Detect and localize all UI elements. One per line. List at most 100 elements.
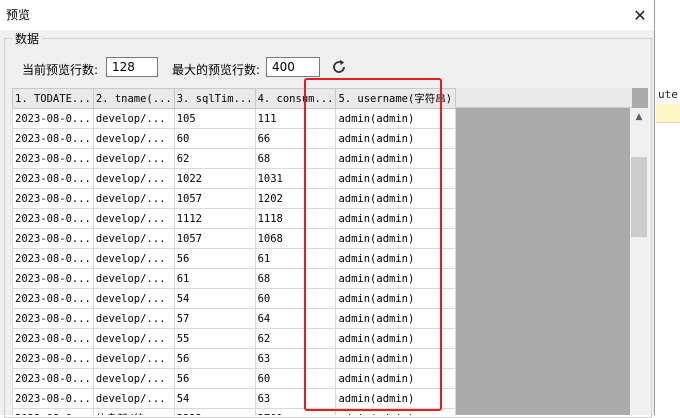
scroll-thumb[interactable] xyxy=(631,157,647,237)
table-cell[interactable]: admin(admin) xyxy=(335,388,457,409)
table-cell[interactable]: develop/... xyxy=(92,168,175,189)
table-cell[interactable]: develop/... xyxy=(92,128,175,149)
table-cell[interactable]: develop/... xyxy=(92,388,175,409)
table-cell[interactable]: 2023-08-0... xyxy=(12,148,94,169)
table-cell[interactable]: admin(admin) xyxy=(335,228,457,249)
table-cell[interactable]: admin(admin) xyxy=(335,328,457,349)
table-row[interactable]: 2023-08-0... develop/... 56 63 admin(admin) xyxy=(12,348,457,369)
table-row[interactable]: 2023-08-0... develop/... 60 66 admin(admin) xyxy=(12,128,457,149)
table-cell[interactable]: 60 xyxy=(173,128,256,149)
table-row[interactable]: 2023-08-0... develop/... 1057 1202 admin(adm… xyxy=(12,188,457,209)
table-cell[interactable]: 2023-08-0... xyxy=(12,288,94,309)
table-cell[interactable]: admin(admin) xyxy=(335,368,457,389)
table-cell[interactable]: 3701 xyxy=(254,408,337,415)
table-cell[interactable]: admin(admin) xyxy=(335,108,457,129)
table-cell[interactable]: 2023-08-0... xyxy=(12,348,94,369)
table-row[interactable]: 2023-08-0... develop/... 61 68 admin(admin) xyxy=(12,268,457,289)
table-cell[interactable]: 1057 xyxy=(173,188,256,209)
table-cell[interactable]: 64 xyxy=(254,308,337,329)
table-cell[interactable]: 2023-08-0... xyxy=(12,328,94,349)
table-row[interactable]: 2023-08-0... develop/... 57 64 admin(admin) xyxy=(12,308,457,329)
chevron-up-icon[interactable]: ▲ xyxy=(630,108,648,126)
table-cell[interactable]: 1022 xyxy=(173,168,256,189)
table-cell[interactable]: admin(admin) xyxy=(335,128,457,149)
table-cell[interactable]: 54 xyxy=(173,288,256,309)
table-cell[interactable]: 3322 xyxy=(173,408,256,415)
table-cell[interactable]: develop/... xyxy=(92,208,175,229)
table-cell[interactable]: 2023-08-0... xyxy=(12,208,94,229)
table-row[interactable]: 2023-08-0... develop/... 54 63 admin(admin) xyxy=(12,388,457,409)
table-cell[interactable]: 2023-08-0... xyxy=(12,248,94,269)
table-cell[interactable]: 2023-08-0... xyxy=(12,368,94,389)
table-cell[interactable]: develop/... xyxy=(92,268,175,289)
column-header-tname[interactable]: 2. tname(... xyxy=(92,88,175,109)
max-rows-field[interactable]: 400 xyxy=(266,57,320,77)
table-cell[interactable]: develop/... xyxy=(92,248,175,269)
table-cell[interactable]: 55 xyxy=(173,328,256,349)
table-row[interactable]: 2023-08-0... develop/... 54 60 admin(admin) xyxy=(12,288,457,309)
table-cell[interactable]: 56 xyxy=(173,348,256,369)
table-cell[interactable]: 62 xyxy=(173,148,256,169)
column-header-todate[interactable]: 1. TODATE... xyxy=(12,88,94,109)
table-cell[interactable]: 105 xyxy=(173,108,256,129)
table-cell[interactable]: 2023-08-0... xyxy=(12,388,94,409)
table-cell[interactable]: 1202 xyxy=(254,188,337,209)
table-cell[interactable]: admin(admin) xyxy=(335,408,457,415)
table-cell[interactable]: 54 xyxy=(173,388,256,409)
vertical-scrollbar[interactable]: ▲ xyxy=(630,108,648,415)
table-cell[interactable]: develop/... xyxy=(92,308,175,329)
table-cell[interactable]: develop/... xyxy=(92,288,175,309)
column-header-username[interactable]: 5. username(字符串) xyxy=(335,88,457,109)
table-cell[interactable]: 1068 xyxy=(254,228,337,249)
table-cell[interactable]: 68 xyxy=(254,268,337,289)
table-row[interactable]: 2023-08-0... develop/... 55 62 admin(admin) xyxy=(12,328,457,349)
table-row[interactable]: 2023-08-0... develop/... 1112 1118 admin(adm… xyxy=(12,208,457,229)
table-cell[interactable]: 63 xyxy=(254,348,337,369)
table-row[interactable]: 2023-08-0... develop/... 105 111 admin(admin… xyxy=(12,108,457,129)
table-cell[interactable]: 2023-08-0... xyxy=(12,408,94,415)
table-cell[interactable]: 68 xyxy=(254,148,337,169)
table-cell[interactable]: 60 xyxy=(254,288,337,309)
table-cell[interactable]: 2023-08-0... xyxy=(12,168,94,189)
table-cell[interactable]: develop/... xyxy=(92,108,175,129)
table-cell[interactable]: 1112 xyxy=(173,208,256,229)
close-button[interactable]: ✕ xyxy=(626,1,654,29)
table-cell[interactable]: 56 xyxy=(173,248,256,269)
table-row[interactable]: 2023-08-0...信息部/统...33223701admin(admin) xyxy=(12,408,457,415)
table-cell[interactable]: admin(admin) xyxy=(335,288,457,309)
table-cell[interactable]: admin(admin) xyxy=(335,308,457,329)
table-cell[interactable]: admin(admin) xyxy=(335,348,457,369)
table-cell[interactable]: 2023-08-0... xyxy=(12,268,94,289)
table-row[interactable]: 2023-08-0... develop/... 62 68 admin(admin) xyxy=(12,148,457,169)
table-cell[interactable]: 1031 xyxy=(254,168,337,189)
table-cell[interactable]: 63 xyxy=(254,388,337,409)
table-cell[interactable]: 2023-08-0... xyxy=(12,108,94,129)
table-cell[interactable]: admin(admin) xyxy=(335,268,457,289)
table-cell[interactable]: 61 xyxy=(173,268,256,289)
table-cell[interactable]: 56 xyxy=(173,368,256,389)
table-cell[interactable]: develop/... xyxy=(92,328,175,349)
table-cell[interactable]: develop/... xyxy=(92,148,175,169)
refresh-icon[interactable] xyxy=(330,58,348,76)
table-row[interactable]: 2023-08-0... develop/... 1022 1031 admin(adm… xyxy=(12,168,457,189)
table-cell[interactable]: 66 xyxy=(254,128,337,149)
table-cell[interactable]: admin(admin) xyxy=(335,208,457,229)
table-cell[interactable]: admin(admin) xyxy=(335,148,457,169)
table-cell[interactable]: admin(admin) xyxy=(335,168,457,189)
table-cell[interactable]: 1118 xyxy=(254,208,337,229)
table-cell[interactable]: 61 xyxy=(254,248,337,269)
table-row[interactable]: 2023-08-0... develop/... 56 61 admin(admin) xyxy=(12,248,457,269)
table-cell[interactable]: 60 xyxy=(254,368,337,389)
table-cell[interactable]: 信息部/统... xyxy=(92,408,175,415)
table-cell[interactable]: 62 xyxy=(254,328,337,349)
table-cell[interactable]: develop/... xyxy=(92,188,175,209)
table-row[interactable]: 2023-08-0... develop/... 1057 1068 admin(adm… xyxy=(12,228,457,249)
table-cell[interactable]: 2023-08-0... xyxy=(12,128,94,149)
table-row[interactable]: 2023-08-0... develop/... 56 60 admin(admin) xyxy=(12,368,457,389)
table-cell[interactable]: 111 xyxy=(254,108,337,129)
table-cell[interactable]: 57 xyxy=(173,308,256,329)
table-cell[interactable]: 2023-08-0... xyxy=(12,188,94,209)
column-header-consume[interactable]: 4. consum... xyxy=(254,88,337,109)
table-cell[interactable]: admin(admin) xyxy=(335,248,457,269)
column-header-sqltime[interactable]: 3. sqlTim... xyxy=(173,88,256,109)
